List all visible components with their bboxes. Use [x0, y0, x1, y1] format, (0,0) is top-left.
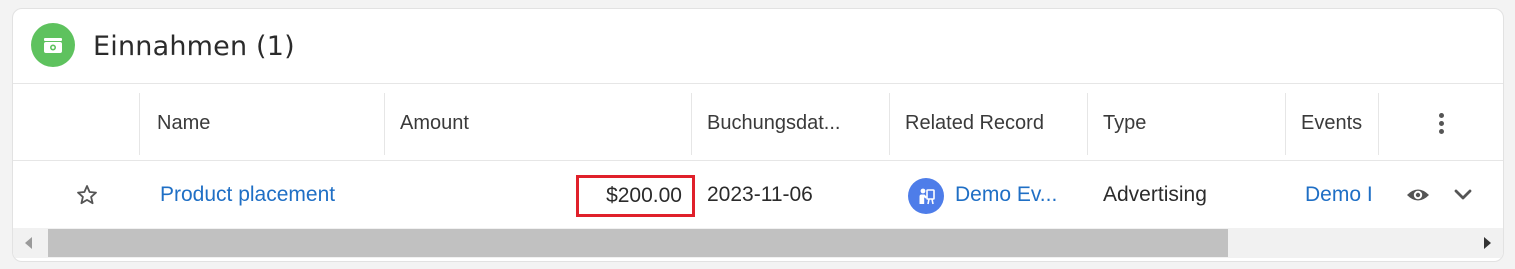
row-events-link[interactable]: Demo I [1305, 162, 1375, 228]
scroll-left-arrow-icon[interactable] [23, 236, 35, 250]
column-separator [139, 93, 140, 155]
row-name-link[interactable]: Product placement [160, 162, 380, 228]
column-separator [1087, 93, 1088, 155]
column-separator [384, 93, 385, 155]
column-separator [1285, 93, 1286, 155]
panel-title: Einnahmen (1) [93, 31, 295, 62]
panel-header: Einnahmen (1) [13, 9, 1503, 84]
column-header-amount[interactable]: Amount [400, 85, 690, 161]
eye-icon[interactable] [1405, 183, 1431, 207]
table-row[interactable]: Product placement $200.00 2023-11-06 Dem… [13, 162, 1503, 228]
scroll-right-arrow-icon[interactable] [1481, 236, 1493, 250]
scrollbar-thumb[interactable] [48, 229, 1228, 257]
star-icon[interactable] [75, 183, 99, 207]
horizontal-scrollbar[interactable] [13, 228, 1503, 258]
column-header-related-record[interactable]: Related Record [905, 85, 1085, 161]
column-header-name[interactable]: Name [157, 85, 382, 161]
row-type: Advertising [1103, 183, 1207, 206]
column-header-events[interactable]: Events [1301, 85, 1381, 161]
column-separator [1378, 93, 1379, 155]
column-header-date[interactable]: Buchungsdat... [707, 85, 885, 161]
income-panel: Einnahmen (1) Name Amount Buchungsdat...… [12, 8, 1504, 262]
chevron-down-icon[interactable] [1451, 183, 1475, 207]
column-header-type[interactable]: Type [1103, 85, 1283, 161]
row-amount: $200.00 [606, 184, 682, 207]
column-separator [889, 93, 890, 155]
row-date: 2023-11-06 [707, 183, 813, 206]
cash-icon [31, 23, 75, 67]
event-record-icon [908, 178, 944, 214]
amount-highlight: $200.00 [576, 175, 695, 217]
row-related-record-link[interactable]: Demo Ev... [955, 162, 1075, 228]
more-options-icon[interactable] [1429, 111, 1453, 137]
column-separator [691, 93, 692, 155]
table-header-row: Name Amount Buchungsdat... Related Recor… [13, 85, 1503, 161]
